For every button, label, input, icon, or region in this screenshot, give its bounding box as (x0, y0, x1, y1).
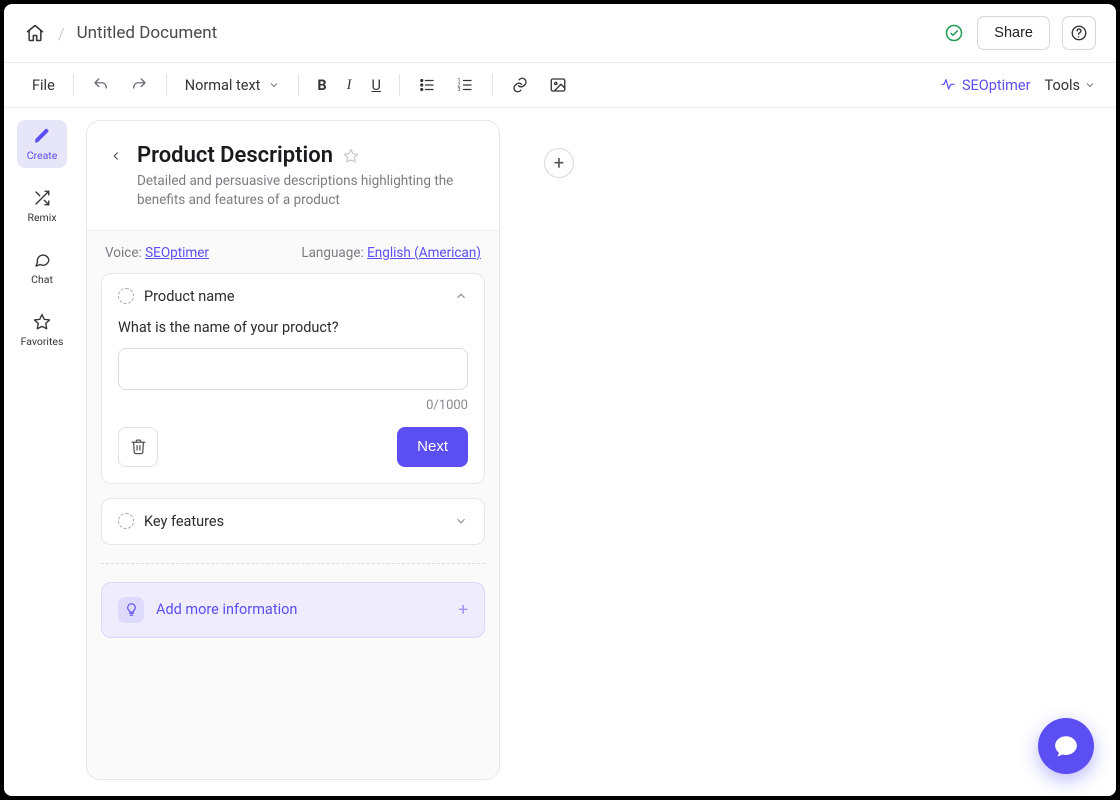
panel-subtitle: Detailed and persuasive descriptions hig… (137, 172, 475, 210)
star-icon (32, 312, 52, 332)
panel-title: Product Description (137, 143, 333, 168)
chevron-up-icon (454, 289, 468, 303)
product-name-prompt: What is the name of your product? (118, 319, 468, 336)
voice-label: Voice: (105, 245, 142, 261)
product-name-title: Product name (144, 288, 235, 305)
add-more-info-button[interactable]: Add more information + (101, 582, 485, 638)
share-button[interactable]: Share (977, 16, 1050, 50)
status-check-icon (943, 22, 965, 44)
side-rail: Create Remix Chat Favorites (4, 108, 80, 796)
rail-create-label: Create (27, 149, 58, 162)
redo-button[interactable] (122, 72, 156, 98)
rail-chat[interactable]: Chat (17, 244, 67, 292)
create-panel: Product Description Detailed and persuas… (86, 120, 500, 780)
chevron-down-icon (454, 514, 468, 528)
text-style-label: Normal text (185, 77, 261, 94)
step-status-icon (118, 513, 134, 529)
delete-button[interactable] (118, 427, 158, 467)
seoptimer-link[interactable]: SEOptimer (940, 77, 1031, 94)
underline-button[interactable]: U (364, 73, 389, 98)
undo-button[interactable] (84, 72, 118, 98)
add-more-info-label: Add more information (156, 601, 297, 618)
editor-toolbar: File Normal text B I U 123 (4, 62, 1116, 108)
help-button[interactable] (1062, 16, 1096, 50)
product-name-input[interactable] (118, 348, 468, 390)
key-features-card: Key features (101, 498, 485, 545)
language-link[interactable]: English (American) (367, 245, 481, 261)
divider (101, 563, 485, 564)
product-name-card: Product name What is the name of your pr… (101, 273, 485, 484)
voice-link[interactable]: SEOptimer (145, 245, 209, 261)
step-status-icon (118, 288, 134, 304)
app-header: / Untitled Document Share (4, 4, 1116, 62)
add-block-button[interactable]: + (544, 148, 574, 178)
next-button[interactable]: Next (397, 427, 468, 467)
chat-fab[interactable] (1038, 718, 1094, 774)
breadcrumb-separator: / (58, 24, 65, 43)
rail-remix-label: Remix (27, 211, 56, 224)
rail-chat-label: Chat (31, 273, 53, 286)
back-button[interactable] (109, 149, 127, 167)
bulleted-list-button[interactable] (410, 72, 444, 98)
key-features-title: Key features (144, 513, 224, 530)
tools-menu[interactable]: Tools (1045, 77, 1097, 94)
rail-create[interactable]: Create (17, 120, 67, 168)
char-count: 0/1000 (118, 398, 468, 413)
favorite-toggle[interactable] (343, 148, 359, 164)
seoptimer-label: SEOptimer (962, 77, 1031, 94)
numbered-list-button[interactable]: 123 (448, 72, 482, 98)
document-editor[interactable]: + (510, 108, 1116, 796)
file-menu[interactable]: File (24, 73, 63, 98)
image-button[interactable] (541, 72, 575, 98)
italic-button[interactable]: I (339, 73, 360, 98)
text-style-select[interactable]: Normal text (177, 73, 289, 98)
rail-favorites-label: Favorites (21, 335, 64, 348)
plus-icon: + (458, 600, 468, 620)
tools-label: Tools (1045, 77, 1081, 94)
product-name-header[interactable]: Product name (102, 274, 484, 319)
bold-button[interactable]: B (309, 73, 334, 98)
svg-text:3: 3 (457, 87, 460, 93)
language-label: Language: (301, 245, 363, 261)
shuffle-icon (32, 188, 52, 208)
chat-icon (32, 250, 52, 270)
home-icon[interactable] (24, 22, 46, 44)
rail-remix[interactable]: Remix (17, 182, 67, 230)
document-title[interactable]: Untitled Document (77, 23, 218, 43)
key-features-header[interactable]: Key features (102, 499, 484, 544)
rail-favorites[interactable]: Favorites (17, 306, 67, 354)
pencil-icon (32, 126, 52, 146)
lightbulb-icon (118, 597, 144, 623)
link-button[interactable] (503, 72, 537, 98)
